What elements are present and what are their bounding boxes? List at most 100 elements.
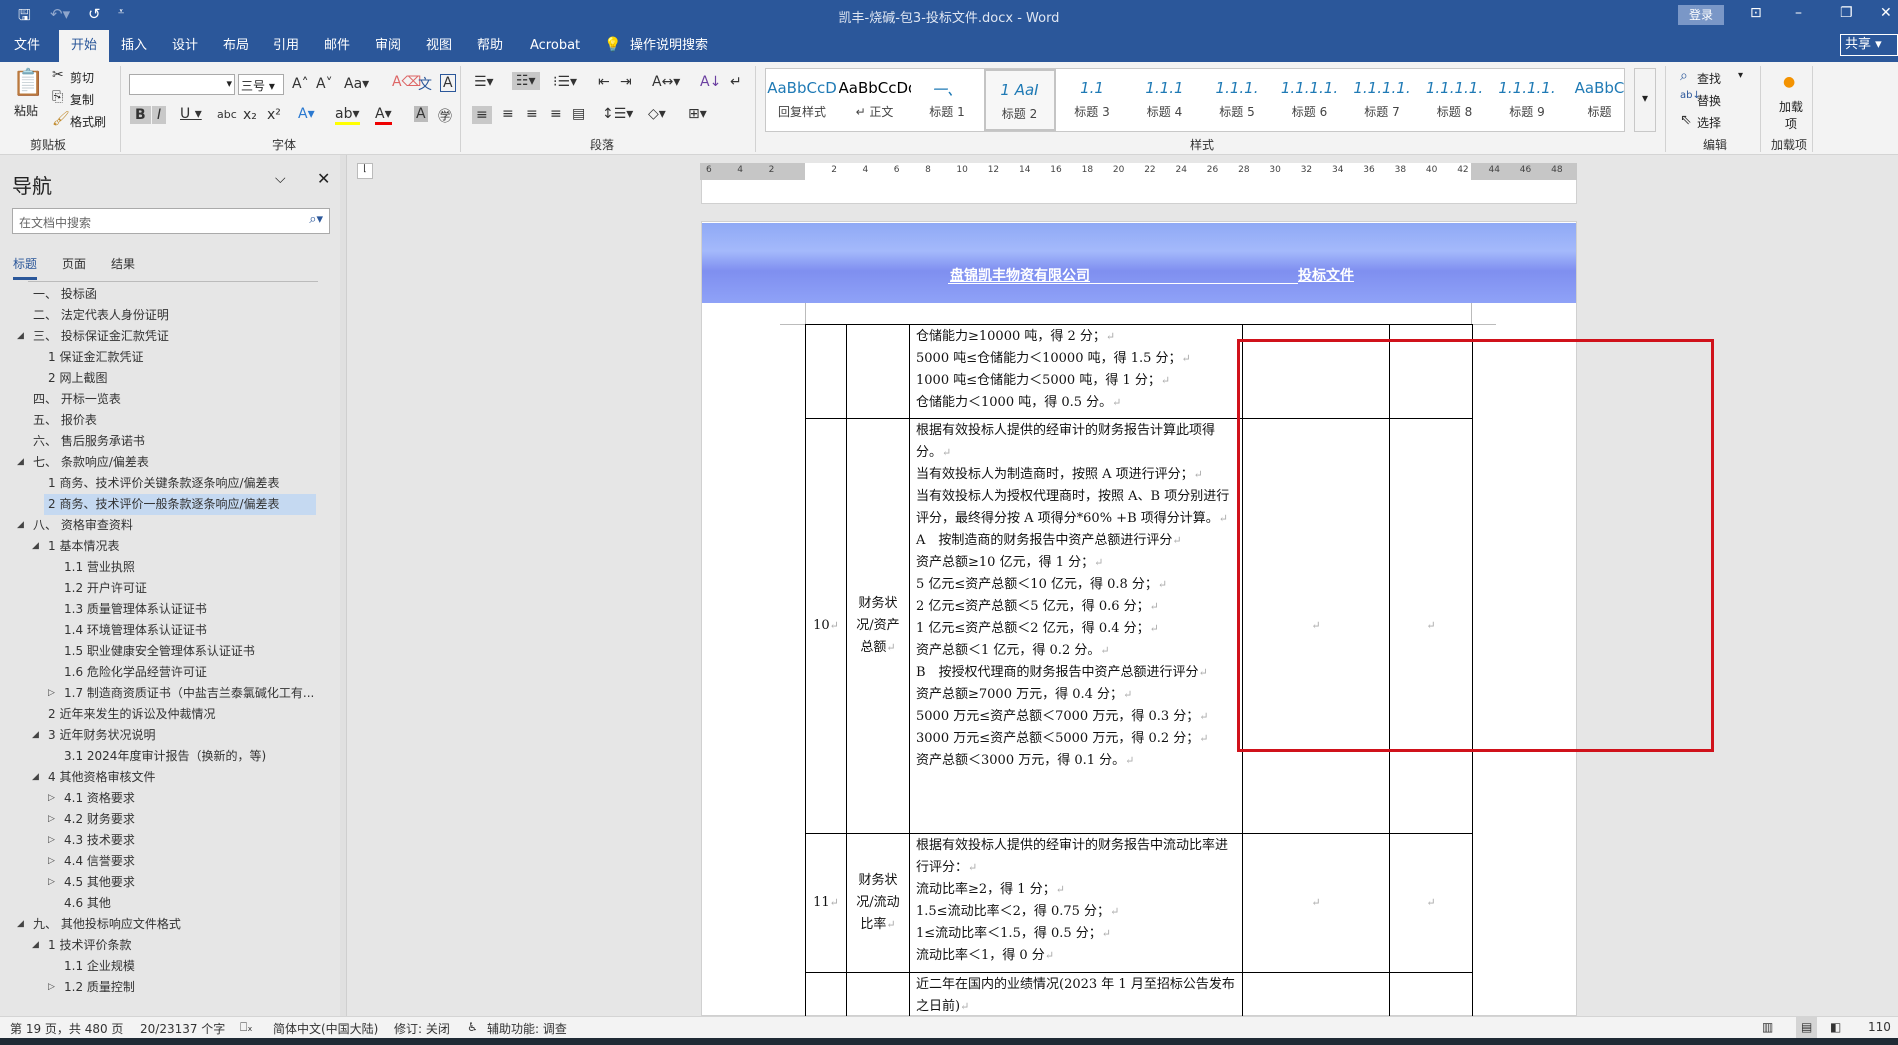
nav-heading-item[interactable]: ▷ 4.2 财务要求 <box>0 809 340 830</box>
italic-icon[interactable]: I <box>152 106 167 124</box>
row-number-cell[interactable]: 10↵ <box>805 418 847 834</box>
collapse-triangle-icon[interactable]: ◢ <box>17 452 24 473</box>
font-name-select[interactable]: ▾ <box>129 74 235 95</box>
style-8[interactable]: 1.1.1.1. 标题 7 <box>1346 69 1418 131</box>
tab-file[interactable]: 文件 <box>6 30 48 62</box>
collapse-triangle-icon[interactable]: ◢ <box>32 725 39 746</box>
char-shading-icon[interactable]: A <box>414 106 428 122</box>
line-spacing-icon[interactable]: ↕☰▾ <box>602 106 633 122</box>
clear-format-icon[interactable]: A⌫ <box>392 74 421 90</box>
tab-references[interactable]: 引用 <box>265 30 307 62</box>
show-marks-icon[interactable]: ↵ <box>730 74 742 90</box>
bold-icon[interactable]: B <box>130 106 151 124</box>
style-11[interactable]: AaBbC 标题 <box>1564 69 1636 131</box>
nav-heading-item[interactable]: 四、 开标一览表 <box>0 389 340 410</box>
nav-heading-item[interactable]: ◢ 三、 投标保证金汇款凭证 <box>0 326 340 347</box>
criteria-cell[interactable]: 根据有效投标人提供的经审计的财务报告中流动比率进行评分：↵ 流动比率≥2，得 1 … <box>909 833 1243 973</box>
replace-button[interactable]: 替换 <box>1697 92 1721 109</box>
minimize-icon[interactable]: – <box>1795 5 1802 21</box>
superscript-icon[interactable]: x² <box>267 107 281 123</box>
align-left-icon[interactable]: ≡ <box>472 106 492 124</box>
nav-heading-item[interactable]: ◢ 七、 条款响应/偏差表 <box>0 452 340 473</box>
style-9[interactable]: 1.1.1.1. 标题 8 <box>1419 69 1491 131</box>
tab-layout[interactable]: 布局 <box>215 30 257 62</box>
nav-heading-item[interactable]: ◢ 八、 资格审查资料 <box>0 515 340 536</box>
multilevel-list-icon[interactable]: ⁝☰▾ <box>553 74 577 90</box>
underline-icon[interactable]: U ▾ <box>180 106 202 122</box>
paste-button[interactable]: 粘贴 <box>14 102 38 119</box>
nav-heading-item[interactable]: 1.4 环境管理体系认证证书 <box>0 620 340 641</box>
word-count[interactable]: 20/23137 个字 <box>140 1020 225 1037</box>
nav-heading-item[interactable]: 1.1 企业规模 <box>0 956 340 977</box>
highlight-icon[interactable]: ab▾ <box>335 106 360 125</box>
nav-heading-item[interactable]: ▷ 4.4 信誉要求 <box>0 851 340 872</box>
nav-heading-item[interactable]: 1.3 质量管理体系认证证书 <box>0 599 340 620</box>
nav-heading-item[interactable]: ▷ 1.7 制造商资质证书（中盐吉兰泰氯碱化工有... <box>0 683 340 704</box>
select-button[interactable]: 选择 <box>1697 114 1721 131</box>
find-dropdown-icon[interactable]: ▾ <box>1738 70 1743 81</box>
item-cell[interactable] <box>846 324 910 419</box>
nav-heading-item[interactable]: 3.1 2024年度审计报告（换新的，等) <box>0 746 340 767</box>
print-layout-icon[interactable]: ▤ <box>1796 1017 1818 1039</box>
close-icon[interactable]: ✕ <box>1880 5 1892 21</box>
nav-heading-item[interactable]: ▷ 1.2 质量控制 <box>0 977 340 998</box>
tab-home[interactable]: 开始 <box>59 30 109 62</box>
nav-tab-results[interactable]: 结果 <box>111 255 135 272</box>
criteria-cell[interactable]: 近二年在国内的业绩情况(2023 年 1 月至招标公告发布之日前)↵ <box>909 972 1243 1020</box>
style-3[interactable]: 1 AaI 标题 2 <box>983 69 1056 131</box>
collapse-triangle-icon[interactable]: ◢ <box>17 515 24 536</box>
decrease-indent-icon[interactable]: ⇤ <box>598 74 610 90</box>
distributed-icon[interactable]: ▤ <box>572 106 585 122</box>
tell-me-search[interactable]: 操作说明搜索 <box>622 30 716 62</box>
nav-heading-item[interactable]: ◢ 3 近年财务状况说明 <box>0 725 340 746</box>
expand-triangle-icon[interactable]: ▷ <box>48 872 55 893</box>
criteria-cell[interactable]: 根据有效投标人提供的经审计的财务报告计算此项得分。↵ 当有效投标人为制造商时，按照… <box>909 418 1243 834</box>
response-cell[interactable]: ↵ <box>1242 833 1390 973</box>
nav-heading-item[interactable]: 1.5 职业健康安全管理体系认证证书 <box>0 641 340 662</box>
expand-triangle-icon[interactable]: ▷ <box>48 788 55 809</box>
align-right-icon[interactable]: ≡ <box>526 106 538 122</box>
chevron-down-icon[interactable]: ⌵ <box>275 171 286 187</box>
char-scaling-icon[interactable]: A↔▾ <box>652 74 680 90</box>
style-10[interactable]: 1.1.1.1. 标题 9 <box>1491 69 1563 131</box>
style-7[interactable]: 1.1.1.1. 标题 6 <box>1274 69 1346 131</box>
expand-triangle-icon[interactable]: ▷ <box>48 851 55 872</box>
tab-help[interactable]: 帮助 <box>469 30 511 62</box>
tab-design[interactable]: 设计 <box>164 30 206 62</box>
style-0[interactable]: AaBbCcD 回复样式 <box>766 69 838 131</box>
nav-heading-item[interactable]: ◢ 1 基本情况表 <box>0 536 340 557</box>
nav-search-input[interactable]: 在文档中搜索 ⌕▾ <box>12 208 330 234</box>
row-number-cell[interactable]: 11↵ <box>805 833 847 973</box>
nav-heading-item[interactable]: ◢ 4 其他资格审核文件 <box>0 767 340 788</box>
collapse-triangle-icon[interactable]: ◢ <box>17 914 24 935</box>
nav-heading-item[interactable]: 1.1 营业执照 <box>0 557 340 578</box>
nav-heading-item[interactable]: 二、 法定代表人身份证明 <box>0 305 340 326</box>
nav-heading-item[interactable]: 1 保证金汇款凭证 <box>0 347 340 368</box>
nav-heading-item[interactable]: 1.2 开户许可证 <box>0 578 340 599</box>
nav-heading-item[interactable]: 六、 售后服务承诺书 <box>0 431 340 452</box>
strikethrough-icon[interactable]: abc <box>217 108 237 121</box>
enclose-char-icon[interactable]: ㊫ <box>438 106 452 126</box>
nav-heading-item[interactable]: ▷ 4.5 其他要求 <box>0 872 340 893</box>
collapse-triangle-icon[interactable]: ◢ <box>32 935 39 956</box>
expand-triangle-icon[interactable]: ▷ <box>48 977 55 998</box>
font-color-icon[interactable]: A▾ <box>375 106 392 125</box>
nav-heading-item[interactable]: ◢ 1 技术评价条款 <box>0 935 340 956</box>
collapse-triangle-icon[interactable]: ◢ <box>32 536 39 557</box>
shrink-font-icon[interactable]: A˅ <box>316 76 333 92</box>
nav-heading-item[interactable]: 4.6 其他 <box>0 893 340 914</box>
borders-icon[interactable]: ⊞▾ <box>688 106 707 122</box>
zoom-level[interactable]: 110 <box>1868 1020 1891 1034</box>
close-icon[interactable]: ✕ <box>317 169 330 188</box>
nav-tab-headings[interactable]: 标题 <box>13 255 38 280</box>
grow-font-icon[interactable]: A˄ <box>292 76 309 92</box>
style-5[interactable]: 1.1.1 标题 4 <box>1129 69 1201 131</box>
numbering-icon[interactable]: ☷▾ <box>512 72 540 90</box>
bullets-icon[interactable]: ☰▾ <box>474 74 494 90</box>
read-mode-icon[interactable]: ▥ <box>1762 1020 1773 1034</box>
nav-heading-item[interactable]: 五、 报价表 <box>0 410 340 431</box>
share-button[interactable]: 共享 ▾ <box>1840 34 1898 56</box>
collapse-triangle-icon[interactable]: ◢ <box>32 767 39 788</box>
nav-heading-item[interactable]: 2 近年来发生的诉讼及仲裁情况 <box>0 704 340 725</box>
styles-more-button[interactable]: ▾ <box>1634 68 1656 132</box>
